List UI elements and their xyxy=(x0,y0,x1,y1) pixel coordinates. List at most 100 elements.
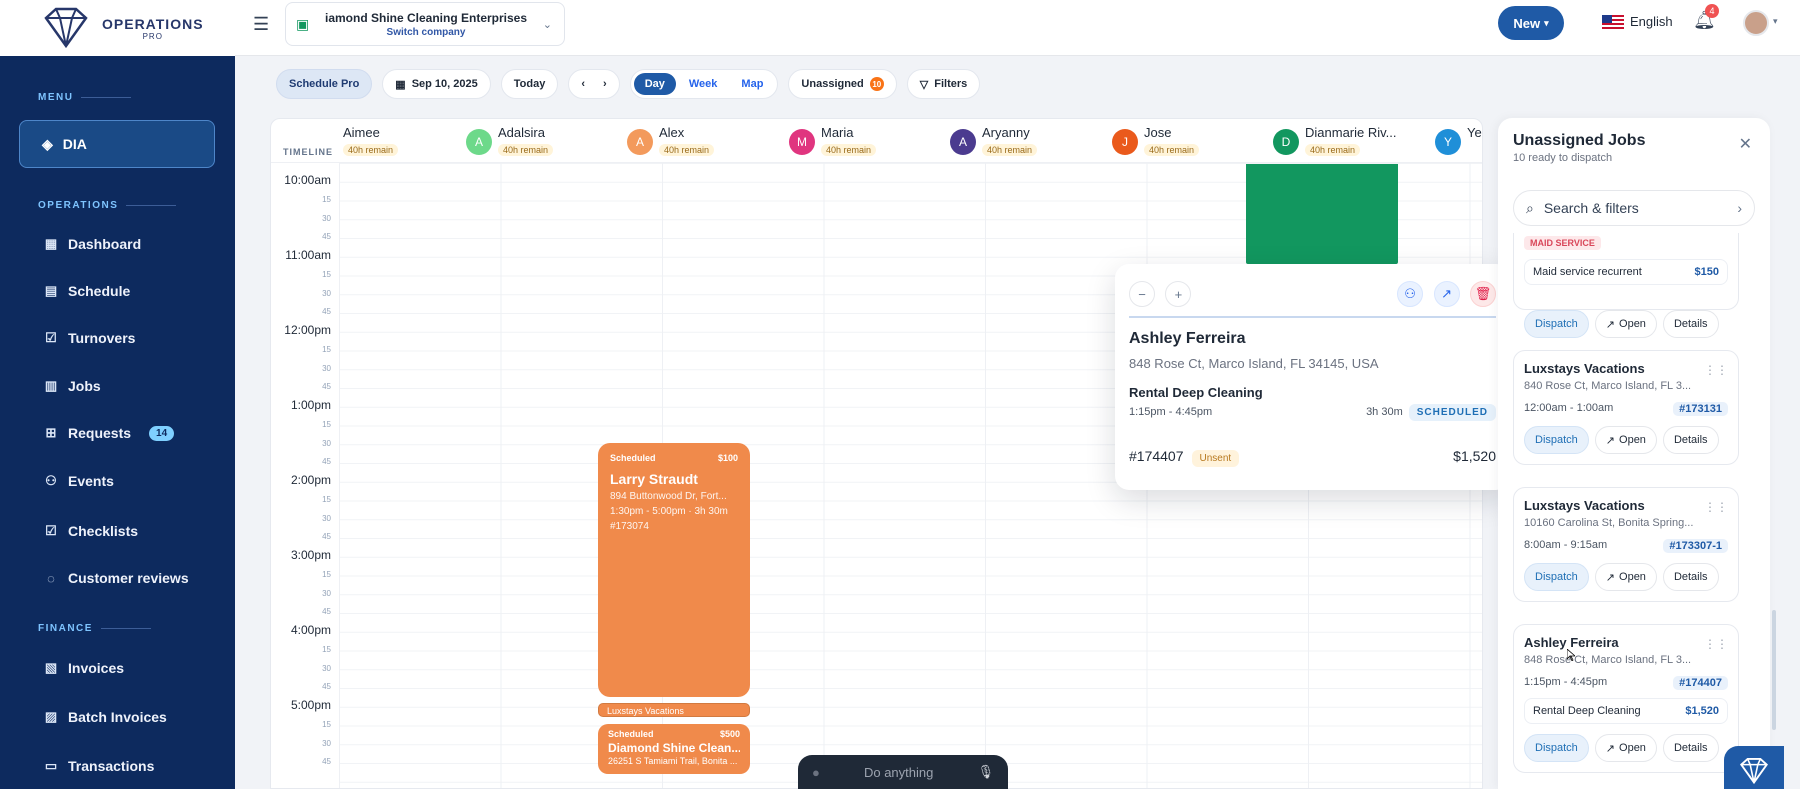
new-button[interactable]: New ▾ xyxy=(1498,6,1564,40)
time-column: 10:00am 15 30 45 11:00am 15 30 45 12:00p… xyxy=(284,173,331,766)
job-id: #174407 xyxy=(1129,448,1184,464)
drag-handle-icon[interactable]: ⋮⋮ xyxy=(1704,500,1728,514)
schedule-toolbar: Schedule Pro ▦ Sep 10, 2025 Today ‹ › Day … xyxy=(240,64,981,104)
unassigned-card[interactable]: MAID SERVICE Maid service recurrent $150 xyxy=(1513,233,1739,310)
nav-schedule[interactable]: ▤ Schedule xyxy=(44,279,130,303)
client-name: Ashley Ferreira xyxy=(1129,330,1246,347)
building-icon: ▣ xyxy=(296,15,310,32)
chevron-left-icon[interactable]: ‹ xyxy=(581,78,585,90)
open-button[interactable]: ↗ Open xyxy=(1594,426,1657,454)
job-card-diamond-shine[interactable]: Scheduled $500 Diamond Shine Clean... 262… xyxy=(598,724,750,774)
open-button[interactable]: ↗ Open xyxy=(1594,563,1657,591)
trash-icon[interactable]: 🗑︎ xyxy=(1470,281,1496,307)
job-time: 1:15pm - 4:45pm xyxy=(1129,406,1213,418)
external-link-icon[interactable]: ↗ xyxy=(1433,281,1460,307)
details-button[interactable]: Details xyxy=(1662,563,1719,591)
assign-users-icon[interactable]: ⚇ xyxy=(1397,281,1424,307)
chevron-right-icon[interactable]: › xyxy=(603,78,607,90)
language-selector[interactable]: English xyxy=(1602,14,1673,29)
brand-sub: PRO xyxy=(142,31,163,41)
details-button[interactable]: Details xyxy=(1662,426,1719,454)
nav-dashboard[interactable]: ▦ Dashboard xyxy=(44,232,141,256)
dispatch-button[interactable]: Dispatch xyxy=(1524,734,1589,762)
divider xyxy=(1129,316,1496,318)
tab-day[interactable]: Day xyxy=(633,73,676,95)
nav-events[interactable]: ⚇ Events xyxy=(44,469,114,493)
search-input[interactable]: ⌕ Search & filters › xyxy=(1513,190,1755,226)
avatar: A xyxy=(466,129,492,155)
filters-button[interactable]: ▽ Filters xyxy=(906,69,981,99)
plus-icon[interactable]: + xyxy=(1165,281,1192,307)
avatar[interactable] xyxy=(1743,10,1769,36)
today-button[interactable]: Today xyxy=(500,69,559,99)
dispatch-button[interactable]: Dispatch xyxy=(1524,310,1589,338)
diamond-icon xyxy=(1740,757,1768,785)
external-link-icon: ↗ xyxy=(1605,742,1616,755)
chevron-down-icon: ⌄ xyxy=(542,18,552,31)
panel-scrollbar[interactable] xyxy=(1772,610,1776,730)
minus-icon[interactable]: − xyxy=(1129,281,1155,307)
staff-column-aimee[interactable]: Aimee 40h remain xyxy=(343,125,399,158)
assistant-fab[interactable] xyxy=(1724,746,1784,789)
job-block[interactable] xyxy=(1246,164,1398,264)
microphone-icon[interactable]: 🎙︎ xyxy=(977,764,994,780)
job-card-larry-straudt[interactable]: Scheduled $100 Larry Straudt 894 Buttonwo… xyxy=(598,443,750,697)
details-button[interactable]: Details xyxy=(1662,734,1719,762)
unassigned-card[interactable]: ⋮⋮ Luxstays Vacations 840 Rose Ct, Marco… xyxy=(1513,350,1739,465)
brand-name: OPERATIONS xyxy=(102,15,204,32)
avatar: Y xyxy=(1435,129,1461,155)
job-duration: 3h 30m xyxy=(1366,406,1403,418)
staff-column-adalsira[interactable]: A Adalsira 40h remain xyxy=(466,125,554,158)
staff-column-aryanny[interactable]: A Aryanny 40h remain xyxy=(950,125,1038,158)
notification-badge: 4 xyxy=(1705,4,1719,18)
panel-title: Unassigned Jobs xyxy=(1513,132,1646,149)
nav-turnovers[interactable]: ☑ Turnovers xyxy=(44,326,135,350)
nav-jobs[interactable]: ▥ Jobs xyxy=(44,374,101,398)
chevron-down-icon[interactable]: ▾ xyxy=(1773,16,1778,27)
view-switcher: Day Week Map xyxy=(629,69,779,99)
user-plus-icon: ⚇ xyxy=(45,473,57,488)
nav-checklists[interactable]: ☑ Checklists xyxy=(44,519,138,543)
open-button[interactable]: ↗ Open xyxy=(1594,310,1657,338)
chat-icon: ◌ xyxy=(47,570,55,586)
nav-batch-invoices[interactable]: ▨ Batch Invoices xyxy=(44,705,167,729)
nav-transactions[interactable]: ▭ Transactions xyxy=(44,754,155,778)
date-picker[interactable]: ▦ Sep 10, 2025 xyxy=(382,69,491,99)
assistant-bar[interactable]: ● Do anything 🎙︎ xyxy=(798,755,1008,789)
plus-square-icon: ⊞ xyxy=(45,425,57,440)
staff-column-dianmarie[interactable]: D Dianmarie Riv... 40h remain xyxy=(1273,125,1397,158)
staff-column-alex[interactable]: A Alex 40h remain xyxy=(627,125,715,158)
open-button[interactable]: ↗ Open xyxy=(1594,734,1657,762)
calendar-icon: ▦ xyxy=(395,78,406,91)
nav-invoices[interactable]: ▧ Invoices xyxy=(44,656,124,680)
job-detail-popup: − + ⚇ ↗ 🗑︎ Ashley Ferreira 848 Rose Ct, … xyxy=(1115,264,1510,490)
unassigned-button[interactable]: Unassigned 10 xyxy=(788,69,897,99)
avatar: A xyxy=(950,129,976,155)
nav-requests[interactable]: ⊞ Requests 14 xyxy=(44,421,175,445)
job-address: 894 Buttonwood Dr, Fort... xyxy=(610,491,727,502)
staff-column-jose[interactable]: J Jose 40h remain xyxy=(1112,125,1200,158)
hamburger-menu-icon[interactable]: ☰ xyxy=(253,14,269,35)
staff-column-maria[interactable]: M Maria 40h remain xyxy=(789,125,877,158)
company-switcher[interactable]: ▣ iamond Shine Cleaning Enterprises Swit… xyxy=(285,2,565,46)
nav-customer-reviews[interactable]: ◌ Customer reviews xyxy=(44,566,188,590)
drag-handle-icon[interactable]: ⋮⋮ xyxy=(1704,363,1728,377)
unassigned-card[interactable]: ⋮⋮ Ashley Ferreira 848 Rose Ct, Marco Is… xyxy=(1513,624,1739,773)
external-link-icon: ↗ xyxy=(1605,571,1616,584)
schedule-pro-button[interactable]: Schedule Pro xyxy=(276,69,373,99)
tab-week[interactable]: Week xyxy=(678,73,729,95)
staff-column-ye[interactable]: Y Ye xyxy=(1435,125,1482,155)
drag-handle-icon[interactable]: ⋮⋮ xyxy=(1704,637,1728,651)
dispatch-button[interactable]: Dispatch xyxy=(1524,563,1589,591)
tab-map[interactable]: Map xyxy=(730,73,774,95)
details-button[interactable]: Details xyxy=(1662,310,1719,338)
logo[interactable]: OPERATIONS PRO xyxy=(0,0,235,56)
dia-button[interactable]: ◈ DIA xyxy=(19,120,215,168)
job-time: 1:30pm - 5:00pm · 3h 30m xyxy=(610,506,728,517)
chevron-down-icon: ▾ xyxy=(1544,17,1549,28)
job-card-luxstays[interactable]: Luxstays Vacations xyxy=(598,703,750,717)
dispatch-button[interactable]: Dispatch xyxy=(1524,426,1589,454)
company-name: iamond Shine Cleaning Enterprises xyxy=(324,10,528,25)
unassigned-card[interactable]: ⋮⋮ Luxstays Vacations 10160 Carolina St,… xyxy=(1513,487,1739,602)
close-icon[interactable]: ✕ xyxy=(1739,134,1752,154)
